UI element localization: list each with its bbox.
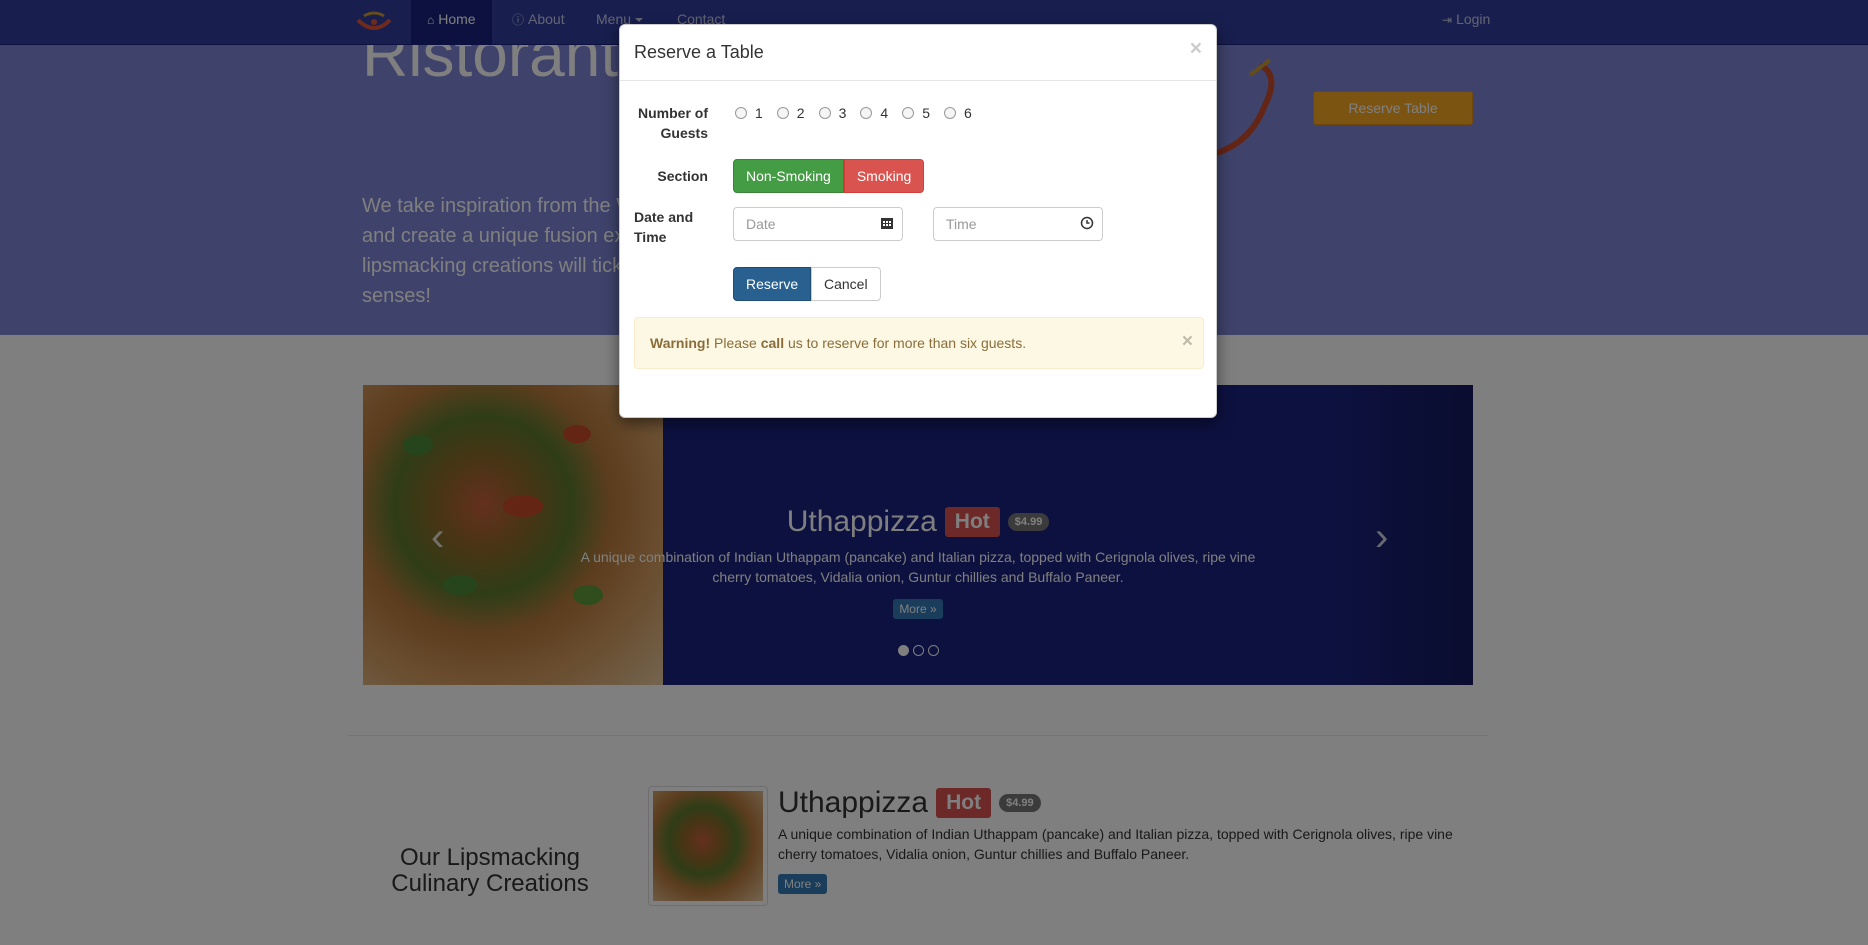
modal-header: Reserve a Table × [620, 25, 1216, 81]
guest-option-1[interactable]: 1 [735, 105, 763, 121]
time-input-group [933, 207, 1103, 241]
section-button-group: Non-Smoking Smoking [733, 159, 925, 193]
radio-icon [818, 107, 831, 119]
radio-icon [902, 107, 915, 119]
date-input[interactable] [734, 208, 874, 240]
guest-option-4[interactable]: 4 [860, 105, 888, 121]
reserve-modal: Reserve a Table × Number of Guests 1 2 3… [619, 24, 1217, 418]
modal-close-icon[interactable]: × [1190, 38, 1202, 59]
alert-text-post: us to reserve for more than six guests. [787, 335, 1027, 351]
cancel-button[interactable]: Cancel [811, 267, 881, 301]
radio-icon [860, 107, 873, 119]
radio-icon [776, 107, 789, 119]
guest-option-6[interactable]: 6 [943, 105, 972, 121]
date-input-group [733, 207, 903, 241]
radio-icon [735, 107, 747, 119]
calendar-icon [881, 218, 893, 229]
section-label: Section [657, 168, 708, 184]
guests-radio-group: 1 2 3 4 5 6 [735, 105, 972, 121]
radio-icon [943, 107, 956, 119]
clock-icon [1080, 216, 1094, 230]
warning-alert: Warning! Please call us to reserve for m… [634, 317, 1204, 369]
guest-option-3[interactable]: 3 [818, 105, 846, 121]
guest-option-2[interactable]: 2 [776, 105, 805, 121]
reserve-button[interactable]: Reserve [733, 267, 812, 301]
time-input[interactable] [934, 208, 1074, 240]
guest-option-5[interactable]: 5 [902, 105, 930, 121]
smoking-button[interactable]: Smoking [843, 159, 925, 193]
alert-strong: Warning! [650, 335, 711, 351]
alert-text-pre: Please [714, 335, 757, 351]
datetime-label: Date and Time [634, 209, 694, 245]
alert-call: call [760, 335, 785, 351]
modal-title: Reserve a Table [634, 42, 764, 62]
alert-close-icon[interactable]: × [1182, 332, 1193, 351]
non-smoking-button[interactable]: Non-Smoking [733, 159, 844, 193]
guests-label: Number of Guests [638, 105, 708, 141]
